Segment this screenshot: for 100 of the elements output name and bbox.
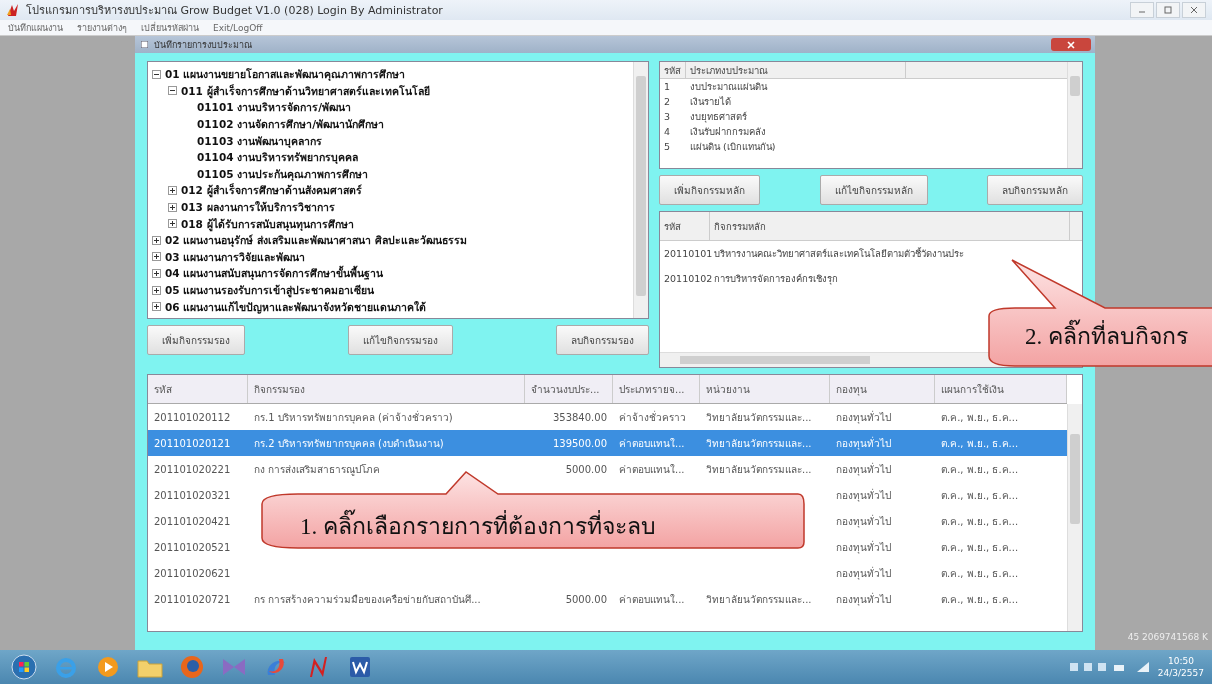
table-cell-text: ค่าตอบแทนใ...	[619, 436, 685, 451]
table-cell-text: วิทยาลัยนวัตกรรมและ...	[706, 592, 812, 607]
sub-activity-button[interactable]: เพิ่มกิจกรรมรอง	[147, 325, 245, 355]
tree-item[interactable]: 01105 งานประกันคุณภาพการศึกษา	[197, 166, 369, 181]
table-row[interactable]: 201101020221 กง การส่งเสริมสาธารณูปโภค 5000.00 ค่าตอบแทนใ... วิทยาลัยนวัตกรรมและ... กองทุนทั่วไป ต.ค., พ.ย., ธ.ค...	[148, 456, 1067, 482]
tree-item[interactable]: 06 แผนงานแก้ไขปัญหาและพัฒนาจังหวัดชายแดนภาคใต้	[165, 299, 427, 314]
table-cell: กองทุนทั่วไป	[836, 565, 891, 581]
table-cell: 201101020321	[154, 489, 231, 501]
table-cell: กองทุนทั่วไป	[836, 513, 891, 529]
table-cell-text: ต.ค., พ.ย., ธ.ค...	[941, 436, 1019, 451]
child-window-title: บันทึกรายการงบประมาณ	[154, 38, 252, 52]
column-header[interactable]: หน่วยงาน	[700, 375, 830, 403]
main-activity-button[interactable]: เพิ่มกิจกรรมหลัก	[659, 175, 760, 205]
tree-item[interactable]: 03 แผนงานการวิจัยและพัฒนา	[165, 249, 306, 264]
expand-icon[interactable]	[168, 219, 177, 229]
main-activity-button[interactable]: ลบกิจกรรมหลัก	[987, 175, 1083, 205]
menu-item[interactable]: Exit/LogOff	[213, 22, 263, 33]
table-row[interactable]: 201101020112 กร.1 บริหารทรัพยากรบุคคล (ค่าจ้างชั่วคราว) 353840.00 ค่าจ้างชั่วคราว วิทยาลัยนวัตกรรมและ... กองทุนทั่วไป ต.ค., พ.ย., ธ.ค...	[148, 404, 1067, 430]
column-header[interactable]: รหัส	[148, 375, 248, 403]
column-header[interactable]: รหัส	[660, 212, 710, 240]
table-cell: 139500.00	[552, 437, 607, 449]
minimize-icon[interactable]	[1130, 2, 1154, 18]
table-cell-text: 1	[663, 81, 672, 92]
tree-item[interactable]: 01104 งานบริหารทรัพยากรบุคคล	[197, 150, 359, 165]
close-icon[interactable]	[1182, 2, 1206, 18]
table-cell: กองทุนทั่วไป	[836, 591, 891, 607]
table-cell-text: ต.ค., พ.ย., ธ.ค...	[941, 462, 1019, 477]
status-text: 45 2069741568 K	[1127, 632, 1208, 642]
table-cell-text: เงินรับฝากกรมคลัง	[689, 125, 767, 139]
column-header[interactable]: จำนวนงบประ...	[525, 375, 613, 403]
expand-icon[interactable]	[168, 202, 177, 212]
sub-activity-button[interactable]: ลบกิจกรรมรอง	[556, 325, 649, 355]
table-cell: กองทุนทั่วไป	[836, 409, 891, 425]
table-cell-text: วิทยาลัยนวัตกรรมและ...	[706, 410, 812, 425]
table-cell-text: ต.ค., พ.ย., ธ.ค...	[941, 514, 1019, 529]
close-button[interactable]	[1051, 38, 1091, 51]
scrollbar[interactable]	[1067, 404, 1082, 631]
table-cell-text: ค่าตอบแทนใ...	[619, 462, 685, 477]
column-header[interactable]: กองทุน	[830, 375, 935, 403]
table-cell-text: วิทยาลัยนวัตกรรมและ...	[706, 462, 812, 477]
tree-item[interactable]: 013 ผลงานการให้บริการวิชาการ	[181, 200, 335, 215]
tree-item[interactable]: 018 ผู้ได้รับการสนับสนุนทุนการศึกษา	[181, 216, 354, 231]
tree-item[interactable]: 01102 งานจัดการศึกษา/พัฒนานักศึกษา	[197, 117, 385, 132]
table-cell-text: กร การสร้างความร่วมมือของเครือข่ายกับสถาบันศึ...	[254, 592, 481, 607]
column-header[interactable]: กิจกรรมหลัก	[710, 212, 1070, 240]
expand-icon[interactable]	[152, 285, 161, 295]
scrollbar[interactable]	[1067, 62, 1082, 168]
start-icon[interactable]	[8, 653, 40, 681]
table-cell: 201101020121	[154, 437, 231, 449]
table-cell: 201101020112	[154, 411, 231, 423]
sub-activity-button[interactable]: แก้ไขกิจกรรมรอง	[348, 325, 453, 355]
column-header[interactable]: รหัส	[660, 62, 686, 78]
window-title: โปรแกรมการบริหารงบประมาณ Grow Budget V1.0 (028) Login By Administrator	[26, 3, 443, 19]
menu-item[interactable]: เปลี่ยนรหัสผ่าน	[141, 20, 199, 35]
tree-item[interactable]: 05 แผนงานรองรับการเข้าสู่ประชาคมอาเซียน	[165, 283, 375, 297]
network-icon[interactable]	[1135, 661, 1150, 673]
expand-icon[interactable]	[152, 268, 161, 278]
tree-item[interactable]: 01 แผนงานขยายโอกาสและพัฒนาคุณภาพการศึกษา	[165, 67, 406, 82]
table-cell-text: กร.2 บริหารทรัพยากรบุคคล (งบดำเนินงาน)	[254, 436, 444, 451]
tree-item[interactable]: 02 แผนงานอนุรักษ์ ส่งเสริมและพัฒนาศาสนา ศิลปะและวัฒนธรรม	[165, 233, 467, 248]
expand-icon[interactable]	[152, 302, 161, 312]
table-cell-text: ต.ค., พ.ย., ธ.ค...	[941, 540, 1019, 555]
table-cell-text: ต.ค., พ.ย., ธ.ค...	[941, 488, 1019, 503]
expand-icon[interactable]	[152, 252, 161, 262]
table-cell: 201101020721	[154, 593, 231, 605]
table-cell-text: 3	[663, 111, 672, 122]
table-cell-text: 2	[663, 96, 672, 107]
table-cell-text: แผ่นดิน (เบิกแทนกัน)	[689, 140, 777, 154]
app-logo-icon	[6, 3, 20, 17]
expand-icon[interactable]	[152, 235, 161, 245]
table-cell: 353840.00	[552, 411, 607, 423]
column-header[interactable]: กิจกรรมรอง	[248, 375, 525, 403]
menu-item[interactable]: รายงานต่างๆ	[77, 20, 127, 35]
table-cell: กองทุนทั่วไป	[836, 539, 891, 555]
collapse-icon[interactable]	[152, 69, 161, 79]
table-cell: 5000.00	[565, 593, 607, 605]
table-row[interactable]: 201101020721 กร การสร้างความร่วมมือของเครือข่ายกับสถาบันศึ... 5000.00 ค่าตอบแทนใ... วิทยาลัยนวัตกรรมและ... กองทุนทั่วไป ต.ค., พ.ย., ธ.ค...	[148, 586, 1067, 612]
table-row[interactable]: 201101020621 กองทุนทั่วไป ต.ค., พ.ย., ธ.ค...	[148, 560, 1067, 586]
scrollbar[interactable]	[633, 62, 648, 318]
column-header[interactable]: ประเภทรายจ...	[613, 375, 700, 403]
tree-item[interactable]: 01103 งานพัฒนาบุคลากร	[197, 133, 323, 148]
tree-item[interactable]: 04 แผนงานสนับสนุนการจัดการศึกษาขั้นพื้นฐาน	[165, 266, 384, 281]
table-cell-text: เงินรายได้	[689, 95, 732, 109]
tree-item[interactable]: 01101 งานบริหารจัดการ/พัฒนา	[197, 100, 352, 115]
main-activity-button[interactable]: แก้ไขกิจกรรมหลัก	[819, 175, 928, 205]
table-cell-text: กง การส่งเสริมสาธารณูปโภค	[254, 462, 381, 477]
column-header[interactable]: แผนการใช้เงิน	[935, 375, 1067, 403]
table-cell-text: ต.ค., พ.ย., ธ.ค...	[941, 566, 1019, 581]
callout-text: 2. คลิ๊กที่ลบกิจกร	[1025, 318, 1188, 354]
table-cell-text: วิทยาลัยนวัตกรรมและ...	[706, 436, 812, 451]
tree-item[interactable]: 012 ผู้สำเร็จการศึกษาด้านสังคมศาสตร์	[181, 183, 362, 198]
column-header[interactable]: ประเภทงบประมาณ	[686, 62, 906, 78]
table-cell: 201101020621	[154, 567, 231, 579]
collapse-icon[interactable]	[168, 86, 177, 96]
table-cell-text: 20110101	[663, 248, 710, 259]
menu-item[interactable]: บันทึกแผนงาน	[8, 20, 63, 35]
tree-item[interactable]: 011 ผู้สำเร็จการศึกษาด้านวิทยาศาสตร์และเทคโนโลยี	[181, 83, 430, 98]
expand-icon[interactable]	[168, 185, 177, 195]
table-cell-text: ค่าตอบแทนใ...	[619, 592, 685, 607]
window-icon	[141, 41, 148, 48]
